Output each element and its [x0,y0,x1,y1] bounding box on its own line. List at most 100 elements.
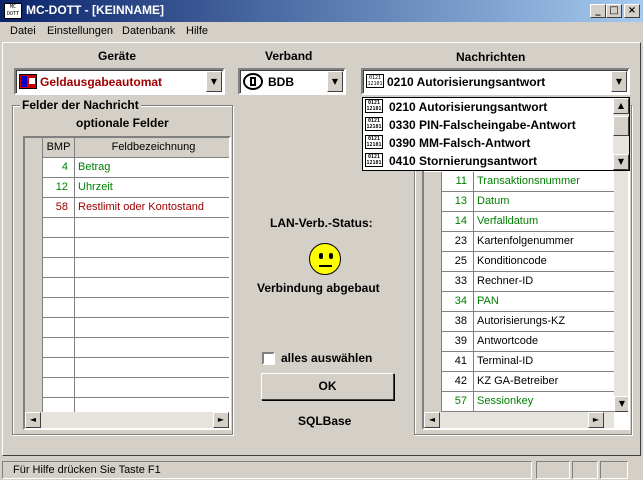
table-row[interactable]: 11 Transaktionsnummer [424,172,614,192]
menu-bar: Datei Einstellungen Datenbank Hilfe [0,22,643,40]
row-selector[interactable] [25,318,43,338]
message-icon: 0121 12101 [366,74,384,88]
cell-feldbezeichnung [75,378,229,398]
dropdown-scrollbar[interactable]: ▲ ▼ [613,98,629,170]
row-selector[interactable] [424,312,442,332]
scroll-left-icon[interactable]: ◄ [424,412,440,428]
table-row[interactable] [25,258,229,278]
row-selector[interactable] [25,158,43,178]
nachrichten-value: 0210 Autorisierungsantwort [387,75,546,89]
table-row[interactable]: 58 Restlimit oder Kontostand [25,198,229,218]
table-row[interactable]: 4 Betrag [25,158,229,178]
row-selector[interactable] [424,332,442,352]
ok-button[interactable]: OK [261,373,394,400]
row-selector[interactable] [25,278,43,298]
menu-datei[interactable]: Datei [10,25,36,37]
table-row[interactable] [25,318,229,338]
table-row[interactable] [25,218,229,238]
row-selector[interactable] [424,372,442,392]
row-selector[interactable] [424,272,442,292]
maximize-button[interactable]: □ [606,4,622,18]
column-header-feldbezeichnung[interactable]: Feldbezeichnung [75,138,229,158]
row-selector[interactable] [25,178,43,198]
app-icon[interactable]: MC DOTT [4,3,22,19]
row-selector[interactable] [25,298,43,318]
row-selector[interactable] [424,192,442,212]
table-row[interactable] [25,298,229,318]
cell-feldbezeichnung [75,238,229,258]
menu-datenbank[interactable]: Datenbank [122,25,175,37]
cell-feldbezeichnung: Datum [477,195,510,207]
close-button[interactable]: × [624,4,640,18]
table-row[interactable]: 57 Sessionkey [424,392,614,412]
row-selector[interactable] [424,232,442,252]
row-selector[interactable] [424,292,442,312]
table-row[interactable]: 39 Antwortcode [424,332,614,352]
table-row[interactable]: 42 KZ GA-Betreiber [424,372,614,392]
row-selector[interactable] [424,172,442,192]
left-horizontal-scrollbar[interactable]: ◄ ► [25,412,229,428]
nachrichten-combo[interactable]: 0121 12101 0210 Autorisierungsantwort ▼ [361,68,630,95]
geraete-dropdown-arrow[interactable]: ▼ [206,71,222,92]
row-selector[interactable] [25,258,43,278]
row-selector[interactable] [25,378,43,398]
row-selector[interactable] [25,198,43,218]
cell-feldbezeichnung [75,258,229,278]
dropdown-item[interactable]: 0121 12101 0390 MM-Falsch-Antwort [365,134,611,152]
scroll-down-icon[interactable]: ▼ [614,396,628,412]
table-row[interactable] [25,378,229,398]
dropdown-item[interactable]: 0121 12101 0210 Autorisierungsantwort [365,98,611,116]
verband-combo[interactable]: BDB ▼ [238,68,346,95]
table-row[interactable]: 14 Verfalldatum [424,212,614,232]
nachrichten-dropdown-list[interactable]: 0121 12101 0210 Autorisierungsantwort 012… [362,97,630,171]
status-hint: Für Hilfe drücken Sie Taste F1 [13,464,161,476]
mandatory-fields-grid[interactable]: 11 Transaktionsnummer 13 Datum 14 Verfalldatu… [422,140,630,430]
select-all-label[interactable]: alles auswählen [281,351,372,365]
row-selector[interactable] [25,238,43,258]
verband-dropdown-arrow[interactable]: ▼ [327,71,343,92]
select-all-checkbox[interactable] [262,352,275,365]
scroll-up-icon[interactable]: ▲ [613,98,629,114]
cell-bmp: 41 [442,352,474,372]
menu-einstellungen[interactable]: Einstellungen [47,25,113,37]
table-row[interactable]: 33 Rechner-ID [424,272,614,292]
column-header-bmp[interactable]: BMP [43,138,75,158]
table-row[interactable] [25,278,229,298]
row-selector[interactable] [424,392,442,412]
table-row[interactable]: 25 Konditioncode [424,252,614,272]
table-row[interactable] [25,238,229,258]
optional-fields-grid[interactable]: BMP Feldbezeichnung 4 Betrag 12 Uhrzeit 58 Re… [23,136,231,430]
dropdown-item[interactable]: 0121 12101 0410 Stornierungsantwort [365,152,611,170]
row-selector[interactable] [424,252,442,272]
table-row[interactable]: 23 Kartenfolgenummer [424,232,614,252]
geraete-combo[interactable]: Geldausgabeautomat ▼ [14,68,225,95]
scroll-thumb[interactable] [613,116,629,136]
row-selector[interactable] [424,352,442,372]
cell-bmp [43,298,75,318]
row-selector[interactable] [25,358,43,378]
scroll-left-icon[interactable]: ◄ [25,412,41,428]
table-row[interactable]: 38 Autorisierungs-KZ [424,312,614,332]
table-row[interactable]: 41 Terminal-ID [424,352,614,372]
table-row[interactable]: 12 Uhrzeit [25,178,229,198]
row-selector[interactable] [424,212,442,232]
table-row[interactable]: 34 PAN [424,292,614,312]
cell-feldbezeichnung [75,318,229,338]
nachrichten-dropdown-arrow[interactable]: ▼ [611,71,627,92]
scroll-down-icon[interactable]: ▼ [613,154,629,170]
row-selector[interactable] [25,338,43,358]
message-icon: 0121 12101 [365,135,383,149]
title-bar[interactable]: MC DOTT MC-DOTT - [KEINNAME] _ □ × [0,0,643,22]
dropdown-item[interactable]: 0121 12101 0330 PIN-Falscheingabe-Antwort [365,116,611,134]
row-selector[interactable] [25,218,43,238]
right-vertical-scrollbar[interactable]: ▼ [614,142,628,412]
scroll-right-icon[interactable]: ► [588,412,604,428]
scroll-right-icon[interactable]: ► [213,412,229,428]
table-row[interactable]: 13 Datum [424,192,614,212]
table-row[interactable] [25,338,229,358]
optional-fields-label: optionale Felder [76,116,169,130]
menu-hilfe[interactable]: Hilfe [186,25,208,37]
right-horizontal-scrollbar[interactable]: ◄ ► [424,412,614,428]
minimize-button[interactable]: _ [590,4,606,18]
table-row[interactable] [25,358,229,378]
